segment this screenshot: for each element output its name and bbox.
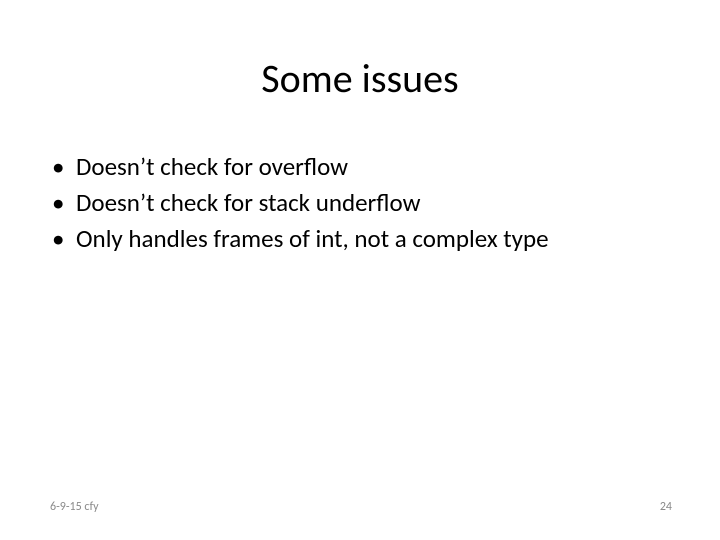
list-item: Doesn’t check for overflow xyxy=(50,150,680,184)
slide: Some issues Doesn’t check for overflow D… xyxy=(0,0,720,540)
footer-date-author: 6-9-15 cfy xyxy=(50,500,99,514)
footer-page-number: 24 xyxy=(660,500,672,514)
slide-body: Doesn’t check for overflow Doesn’t check… xyxy=(50,150,680,257)
bullet-list: Doesn’t check for overflow Doesn’t check… xyxy=(50,150,680,255)
list-item: Only handles frames of int, not a comple… xyxy=(50,222,680,256)
list-item: Doesn’t check for stack underflow xyxy=(50,186,680,220)
slide-title: Some issues xyxy=(0,0,720,103)
